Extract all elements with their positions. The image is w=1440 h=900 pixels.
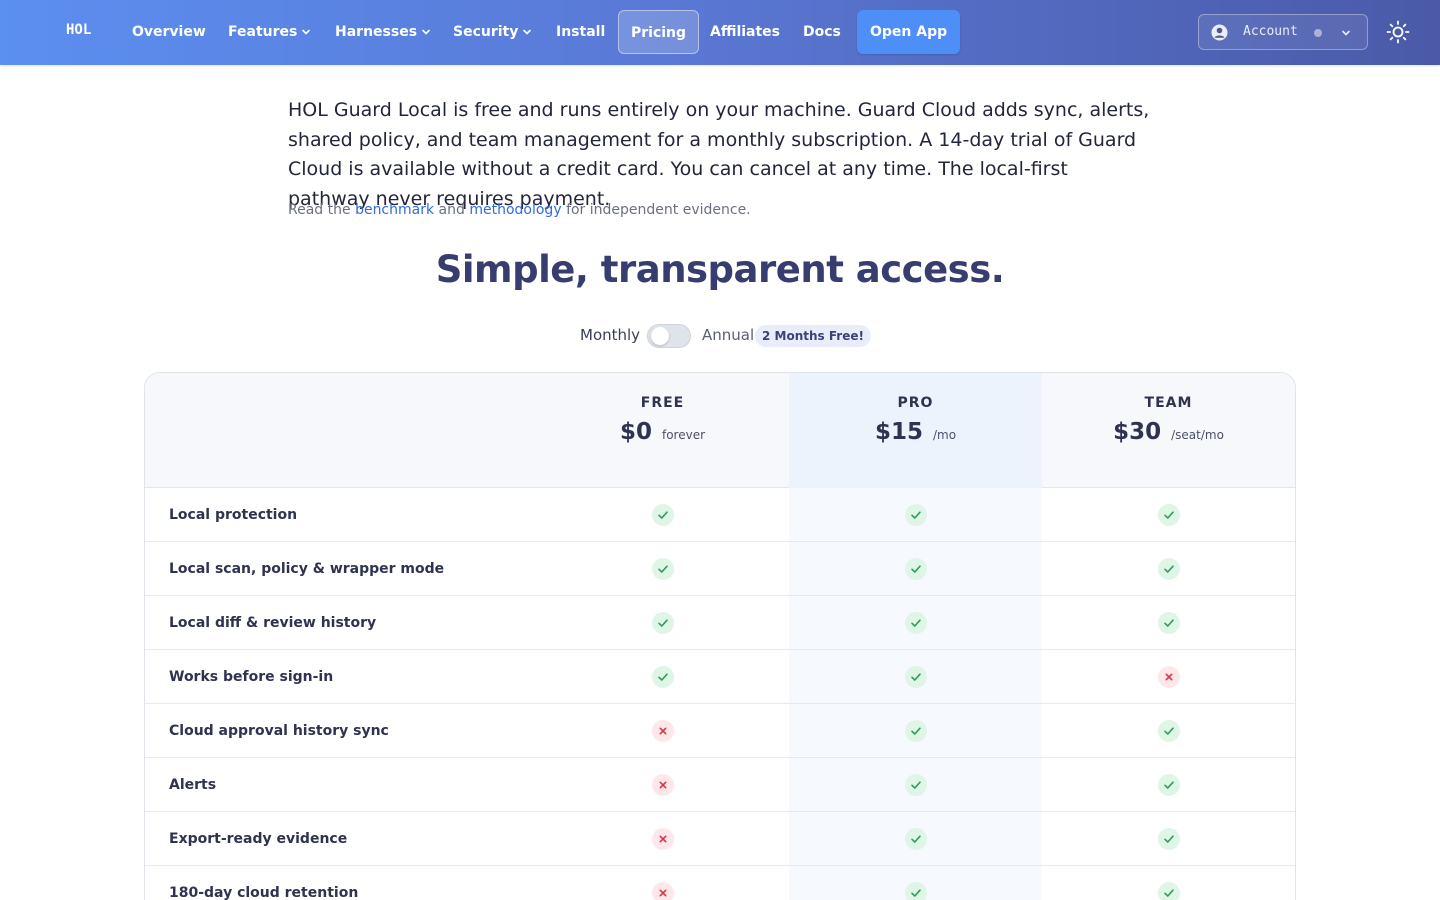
cross-icon [652, 720, 674, 742]
check-icon [1158, 504, 1180, 526]
annual-discount-badge: 2 Months Free! [755, 325, 871, 347]
table-row: Export-ready evidence [145, 812, 1295, 866]
chevron-down-icon [1342, 30, 1350, 36]
feature-label: Export-ready evidence [169, 831, 348, 847]
nav-install-label: Install [556, 24, 606, 40]
benchmark-link[interactable]: benchmark [355, 202, 434, 218]
chevron-down-icon [422, 29, 430, 35]
toggle-knob [651, 327, 669, 345]
check-icon [905, 666, 927, 688]
table-row: Works before sign-in [145, 650, 1295, 704]
feature-label: Local scan, policy & wrapper mode [169, 561, 445, 577]
methodology-link[interactable]: methodology [469, 202, 561, 218]
check-icon [905, 504, 927, 526]
plan-name: FREE [640, 395, 685, 411]
price-amount: $0 [619, 419, 652, 445]
plan-free: FREE $0 forever [536, 395, 789, 445]
check-icon [652, 558, 674, 580]
nav-affiliates[interactable]: Affiliates [710, 10, 780, 54]
feature-label: Alerts [169, 777, 217, 793]
plan-name: TEAM [1144, 395, 1193, 411]
open-app-button[interactable]: Open App [857, 10, 961, 54]
price-amount: $30 [1113, 419, 1162, 445]
table-row: 180-day cloud retention [145, 866, 1295, 900]
nav-features-label: Features [228, 24, 298, 40]
pricing-headline: Simple, transparent access. [435, 248, 1005, 291]
check-icon [652, 504, 674, 526]
plan-pro: PRO $15 /mo [789, 395, 1042, 445]
table-row: Local diff & review history [145, 596, 1295, 650]
top-navigation-bar: HOL Overview Features Harnesses Security… [0, 0, 1440, 65]
cross-icon [652, 882, 674, 900]
check-icon [1158, 882, 1180, 900]
nav-overview[interactable]: Overview [132, 10, 206, 54]
nav-affiliates-label: Affiliates [710, 24, 781, 40]
chevron-down-icon [523, 29, 532, 35]
table-row: Local protection [145, 488, 1295, 542]
plan-price: $0 forever [536, 419, 789, 445]
nav-docs[interactable]: Docs [803, 10, 841, 54]
price-period: /mo [932, 428, 957, 442]
nav-security-label: Security [453, 24, 519, 40]
chevron-down-icon [302, 29, 311, 35]
feature-label: Local diff & review history [169, 615, 377, 631]
check-icon [652, 666, 674, 688]
nav-docs-label: Docs [803, 24, 841, 40]
nav-features[interactable]: Features [228, 10, 311, 54]
feature-label: Cloud approval history sync [169, 723, 389, 739]
nav-security[interactable]: Security [453, 10, 532, 54]
check-icon [1158, 828, 1180, 850]
cross-icon [652, 828, 674, 850]
check-icon [905, 720, 927, 742]
check-icon [905, 882, 927, 900]
feature-label: 180-day cloud retention [169, 885, 359, 900]
table-row: Alerts [145, 758, 1295, 812]
check-icon [1158, 720, 1180, 742]
nav-pricing[interactable]: Pricing [618, 10, 700, 54]
check-icon [652, 612, 674, 634]
evidence-prefix: Read the [288, 202, 351, 218]
feature-label: Works before sign-in [169, 669, 334, 685]
open-app-label: Open App [870, 24, 948, 40]
account-dropdown[interactable]: Account [1198, 14, 1368, 50]
nav-install[interactable]: Install [556, 10, 605, 54]
price-period: forever [661, 428, 706, 442]
monthly-label[interactable]: Monthly [580, 326, 640, 344]
check-icon [905, 612, 927, 634]
intro-paragraph: HOL Guard Local is free and runs entirel… [288, 99, 1150, 210]
table-row: Local scan, policy & wrapper mode [145, 542, 1295, 596]
check-icon [905, 828, 927, 850]
account-label: Account [1243, 24, 1298, 39]
check-icon [905, 774, 927, 796]
user-circle-icon [1211, 24, 1228, 41]
evidence-and: and [438, 202, 465, 218]
status-dot [1314, 29, 1322, 37]
nav-harnesses-label: Harnesses [335, 24, 418, 40]
pricing-comparison-table: FREE $0 forever PRO $15 /mo TEAM $30 /se… [144, 372, 1296, 900]
plan-price: $15 /mo [789, 419, 1042, 445]
plan-price: $30 /seat/mo [1042, 419, 1295, 445]
nav-overview-label: Overview [132, 24, 206, 40]
plan-name: PRO [897, 395, 934, 411]
sun-icon[interactable] [1386, 20, 1410, 44]
cross-icon [1158, 666, 1180, 688]
feature-label: Local protection [169, 507, 298, 523]
evidence-note: Read the benchmark and methodology for i… [288, 200, 751, 220]
price-period: /seat/mo [1171, 428, 1224, 442]
check-icon [1158, 612, 1180, 634]
nav-pricing-label: Pricing [631, 25, 687, 41]
table-row: Cloud approval history sync [145, 704, 1295, 758]
cross-icon [652, 774, 674, 796]
nav-harnesses[interactable]: Harnesses [335, 10, 431, 54]
check-icon [905, 558, 927, 580]
check-icon [1158, 774, 1180, 796]
evidence-suffix: for independent evidence. [566, 202, 751, 218]
billing-toggle-group: Monthly Annual 2 Months Free! [0, 322, 1440, 350]
annual-label[interactable]: Annual [702, 326, 754, 344]
price-amount: $15 [874, 419, 923, 445]
logo[interactable]: HOL [66, 22, 91, 38]
plan-team: TEAM $30 /seat/mo [1042, 395, 1295, 445]
check-icon [1158, 558, 1180, 580]
billing-period-toggle[interactable] [647, 324, 691, 348]
